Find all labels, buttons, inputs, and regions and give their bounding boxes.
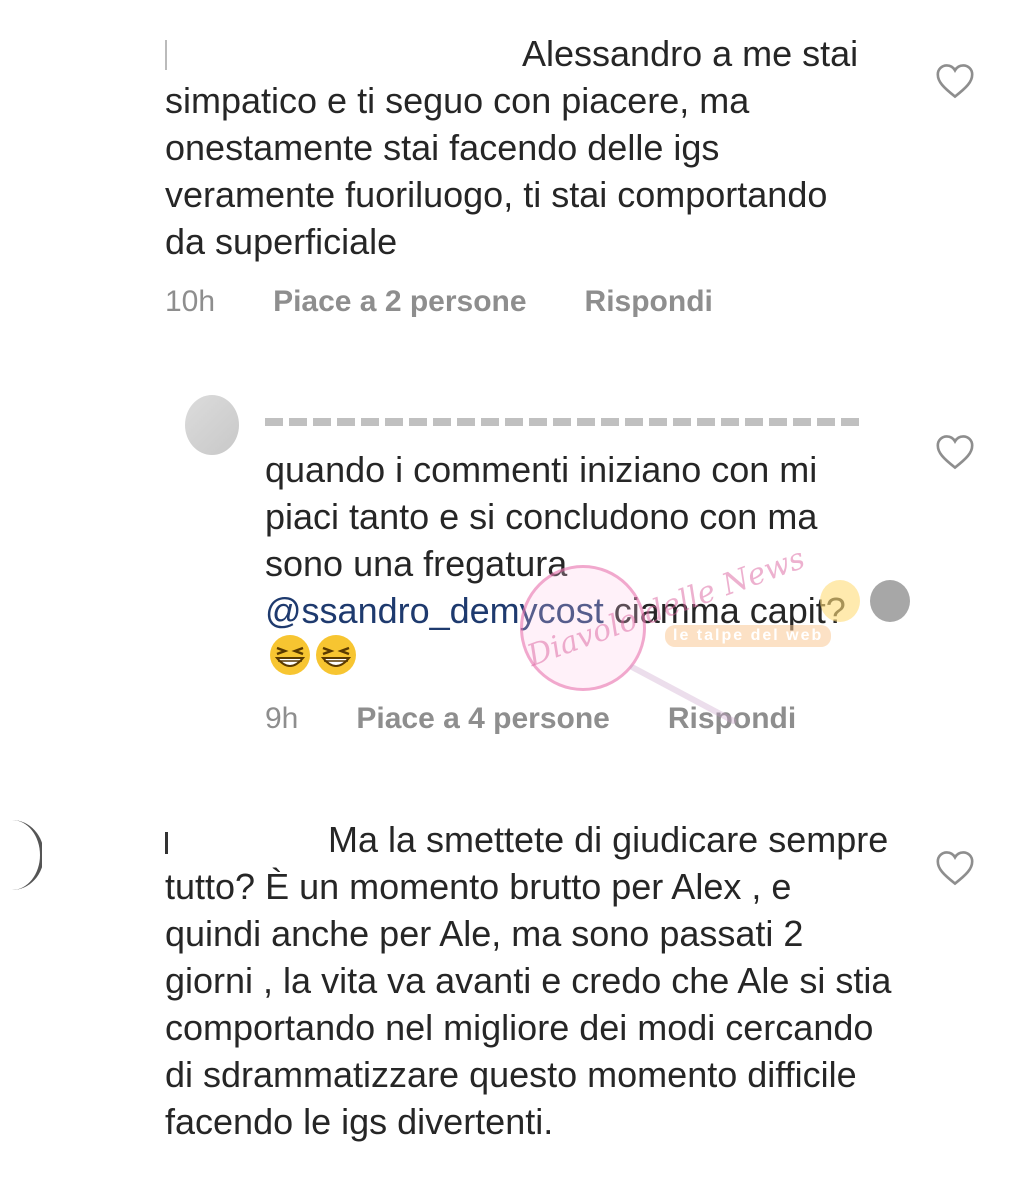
- heart-icon[interactable]: [935, 434, 975, 470]
- heart-icon[interactable]: [935, 850, 975, 886]
- redacted-username[interactable]: [165, 832, 328, 854]
- comment-2-text: quando i commenti iniziano con mi piaci …: [265, 446, 865, 681]
- comment-2-body: quando i commenti iniziano con mi piaci …: [265, 449, 818, 584]
- heart-icon[interactable]: [935, 63, 975, 99]
- comment-1-text: Alessandro a me stai simpatico e ti segu…: [165, 30, 865, 265]
- comment-1-meta: 10h Piace a 2 persone Rispondi: [165, 284, 713, 320]
- comment-2-reply-button[interactable]: Rispondi: [668, 701, 796, 737]
- redacted-username[interactable]: [165, 40, 522, 70]
- mention-link[interactable]: @ssandro_demycost: [265, 590, 604, 631]
- comment-2-meta: 9h Piace a 4 persone Rispondi: [265, 701, 796, 737]
- comment-1-reply-button[interactable]: Rispondi: [585, 284, 713, 320]
- comment-1-time: 10h: [165, 285, 216, 318]
- watermark-character-icon: [870, 580, 910, 622]
- comment-3-text-first: Ma la smettete di giudicare: [328, 819, 759, 860]
- comment-3-text-rest: sempre tutto? È un momento brutto per Al…: [165, 819, 892, 1142]
- avatar[interactable]: [0, 820, 42, 890]
- comment-2-after-mention: ciamma capit?: [603, 590, 846, 631]
- comment-1-likes-link[interactable]: Piace a 2 persone: [273, 284, 526, 320]
- comment-2-likes-link[interactable]: Piace a 4 persone: [356, 701, 609, 737]
- laughing-face-icon: [316, 635, 356, 675]
- comments-thread: Alessandro a me stai simpatico e ti segu…: [0, 0, 1035, 1200]
- comment-3-text: Ma la smettete di giudicare sempre tutto…: [165, 816, 895, 1145]
- comment-1-text-first: Alessandro a me: [522, 33, 793, 74]
- comment-2-time: 9h: [265, 702, 299, 735]
- avatar[interactable]: [185, 395, 239, 455]
- cropped-username-line: [265, 418, 860, 440]
- laughing-face-icon: [270, 635, 310, 675]
